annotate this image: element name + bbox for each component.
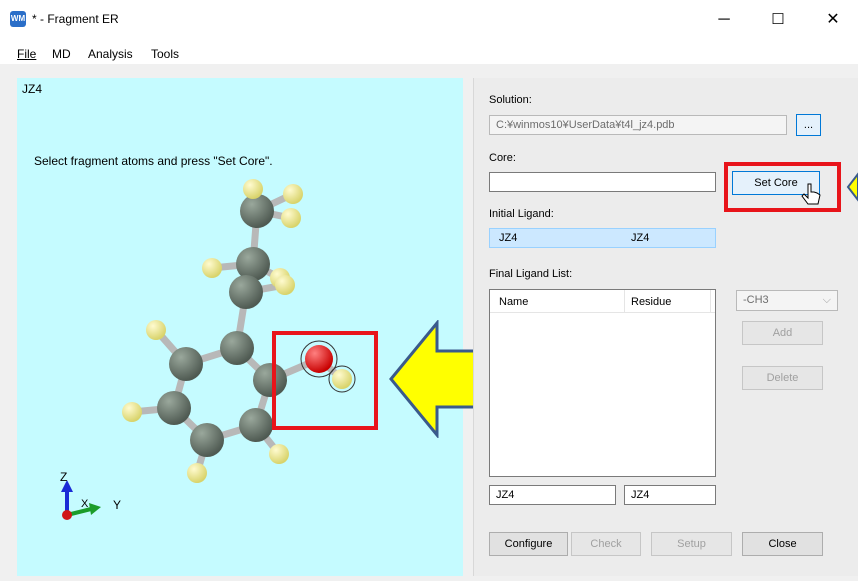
mouse-pointer-icon — [801, 183, 821, 205]
axis-y-label: Y — [113, 498, 122, 512]
menu-bar: File MD Analysis Tools — [0, 44, 858, 64]
initial-ligand-row[interactable]: JZ4 JZ4 — [489, 228, 716, 248]
left-arrow-callout — [389, 320, 482, 438]
final-ligand-list-label: Final Ligand List: — [489, 268, 573, 280]
core-input[interactable] — [489, 172, 716, 192]
column-header-name[interactable]: Name — [499, 296, 528, 308]
menu-md[interactable]: MD — [52, 47, 71, 61]
core-label: Core: — [489, 152, 516, 164]
delete-button[interactable]: Delete — [742, 366, 823, 390]
ligand-name-input[interactable]: JZ4 — [489, 485, 616, 505]
menu-file[interactable]: File — [17, 47, 36, 61]
fragment-dropdown-value: -CH3 — [743, 294, 769, 306]
app-icon: WM — [10, 11, 26, 27]
menu-analysis[interactable]: Analysis — [88, 47, 133, 61]
chevron-down-icon: ⌵ — [822, 294, 831, 306]
axis-x-label: X — [81, 498, 89, 510]
carbon-atoms — [157, 194, 287, 457]
close-window-button[interactable]: ✕ — [815, 8, 851, 32]
hydroxyl-highlight-box — [272, 331, 378, 430]
close-button[interactable]: Close — [742, 532, 823, 556]
solution-path-field: C:¥winmos10¥UserData¥t4l_jz4.pdb — [489, 115, 787, 135]
axis-z-label: Z — [60, 470, 68, 484]
fragment-dropdown[interactable]: -CH3 ⌵ — [736, 290, 838, 311]
setup-button[interactable]: Setup — [651, 532, 732, 556]
title-bar: WM * - Fragment ER ─ ☐ ✕ — [0, 0, 858, 44]
window-title: * - Fragment ER — [32, 12, 119, 26]
configure-button[interactable]: Configure — [489, 532, 568, 556]
minimize-button[interactable]: ─ — [706, 8, 742, 32]
menu-tools[interactable]: Tools — [151, 47, 179, 61]
list-header: Name Residue — [490, 290, 715, 313]
initial-ligand-residue: JZ4 — [631, 232, 650, 244]
add-button[interactable]: Add — [742, 321, 823, 345]
solution-label: Solution: — [489, 94, 532, 106]
check-button[interactable]: Check — [571, 532, 641, 556]
maximize-button[interactable]: ☐ — [760, 8, 796, 32]
initial-ligand-label: Initial Ligand: — [489, 208, 554, 220]
initial-ligand-name: JZ4 — [499, 232, 518, 244]
browse-button[interactable]: ... — [796, 114, 821, 136]
ligand-residue-input[interactable]: JZ4 — [624, 485, 716, 505]
column-header-residue[interactable]: Residue — [631, 296, 671, 308]
final-ligand-list[interactable]: Name Residue — [489, 289, 716, 477]
arrow-tip-callout — [846, 172, 858, 202]
